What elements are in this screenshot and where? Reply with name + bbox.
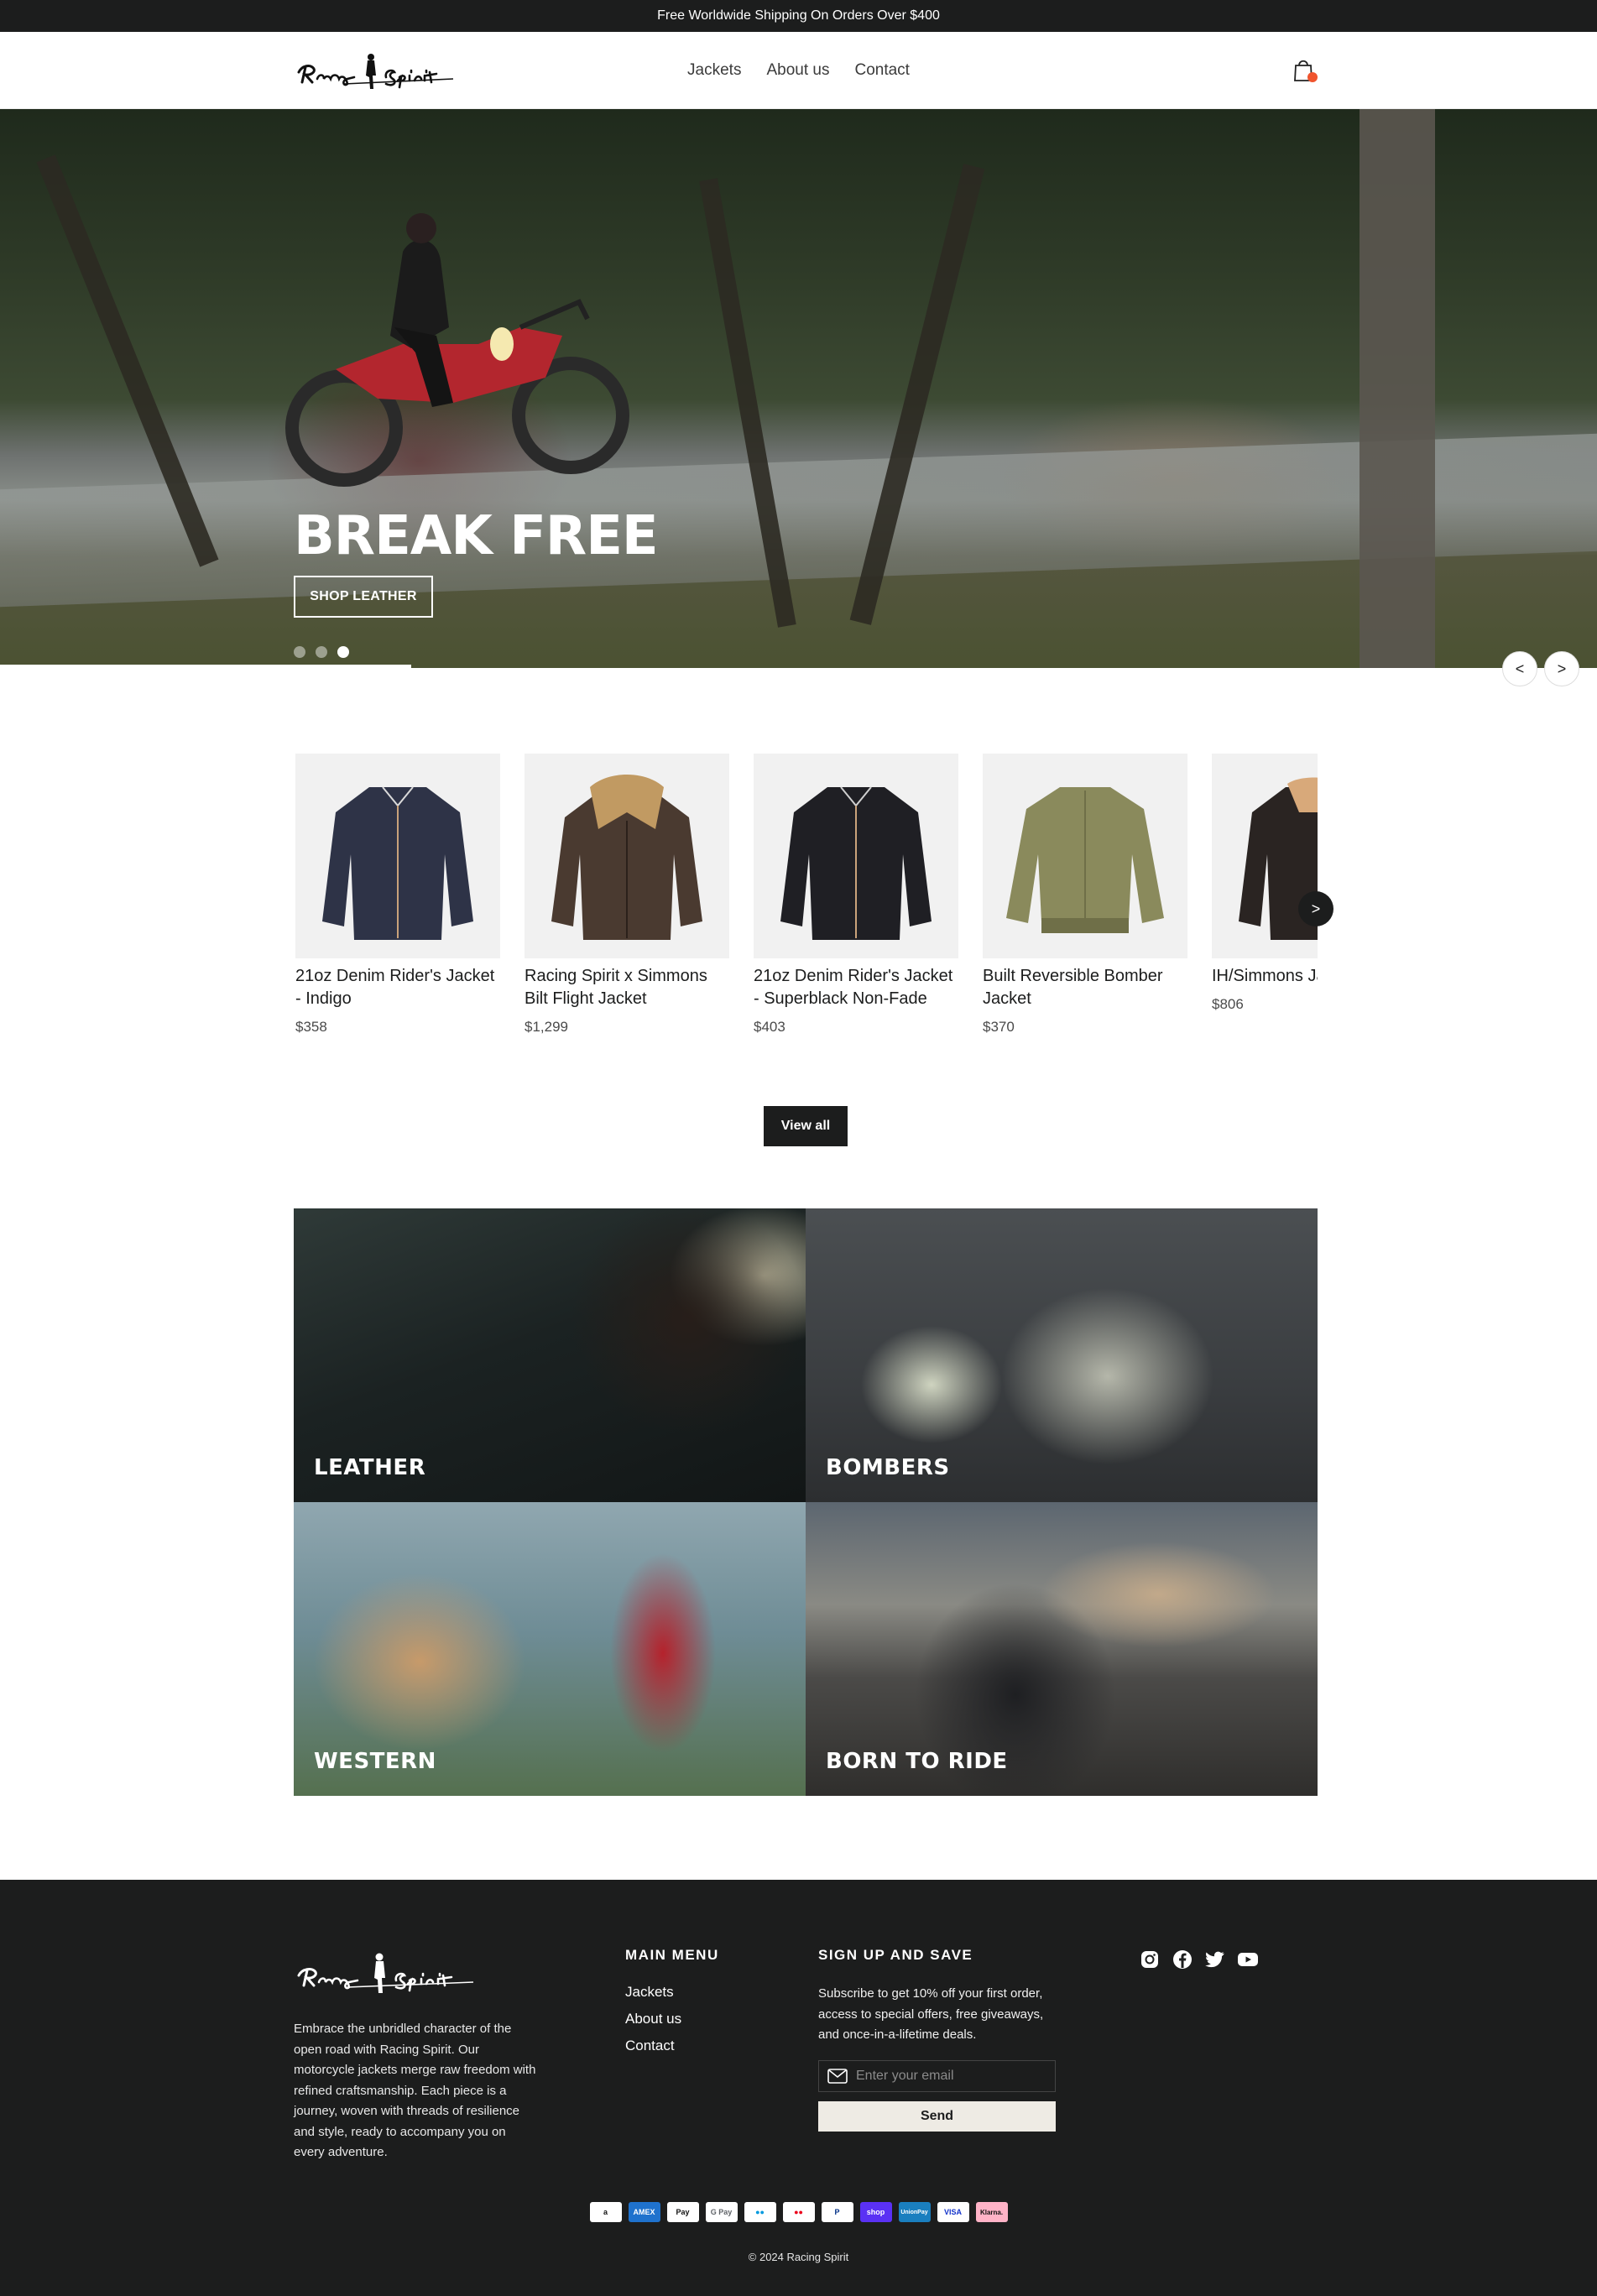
product-image[interactable] xyxy=(754,754,958,958)
social-links xyxy=(1139,1949,1259,1970)
nav-about-us[interactable]: About us xyxy=(766,61,829,80)
collection-label: LEATHER xyxy=(314,1455,426,1480)
email-input[interactable] xyxy=(856,2069,1041,2084)
slide-dot-3[interactable] xyxy=(337,646,349,658)
slide-dot-1[interactable] xyxy=(294,646,305,658)
product-name[interactable]: Built Reversible Bomber Jacket xyxy=(983,965,1187,1010)
footer-link-contact[interactable]: Contact xyxy=(625,2038,681,2054)
hero-prev-button[interactable]: < xyxy=(1502,651,1537,686)
facebook-icon[interactable] xyxy=(1172,1949,1193,1970)
jacket-image xyxy=(322,786,473,940)
shop-pay-icon: shop xyxy=(859,2202,892,2222)
product-card[interactable]: Built Reversible Bomber Jacket $370 xyxy=(983,754,1187,1036)
jacket-image xyxy=(1239,777,1318,940)
paypal-icon: P xyxy=(821,2202,853,2222)
product-carousel: 21oz Denim Rider's Jacket - Indigo $358 … xyxy=(295,754,1318,1072)
hero-slideshow: BREAK FREE SHOP LEATHER xyxy=(0,109,1597,668)
nav-contact[interactable]: Contact xyxy=(854,61,909,80)
hero-next-button[interactable]: > xyxy=(1544,651,1579,686)
product-name[interactable]: IH/Simmons Jacket xyxy=(1212,965,1318,988)
product-price: $370 xyxy=(983,1019,1015,1035)
collection-label: BORN TO RIDE xyxy=(826,1749,1008,1774)
envelope-icon xyxy=(827,2069,848,2084)
view-all-button[interactable]: View all xyxy=(764,1106,848,1146)
product-image[interactable] xyxy=(295,754,500,958)
product-price: $1,299 xyxy=(525,1019,568,1035)
shop-leather-button[interactable]: SHOP LEATHER xyxy=(294,576,433,618)
footer-signup-text: Subscribe to get 10% off your first orde… xyxy=(818,1986,1044,2042)
mastercard-icon: ●● xyxy=(782,2202,815,2222)
site-footer: Embrace the unbridled character of the o… xyxy=(0,1880,1597,2296)
slide-dot-2[interactable] xyxy=(316,646,327,658)
shopping-bag-icon[interactable] xyxy=(1292,57,1318,84)
footer-main-menu-heading: MAIN MENU xyxy=(625,1947,719,1963)
collection-label: BOMBERS xyxy=(826,1455,950,1480)
product-card[interactable]: 21oz Denim Rider's Jacket - Indigo $358 xyxy=(295,754,500,1036)
jacket-image xyxy=(1006,787,1164,933)
twitter-icon[interactable] xyxy=(1204,1949,1226,1970)
footer-link-about-us[interactable]: About us xyxy=(625,2011,681,2027)
instagram-icon[interactable] xyxy=(1139,1949,1161,1970)
product-price: $806 xyxy=(1212,996,1244,1012)
product-card[interactable]: IH/Simmons Jacket $806 xyxy=(1212,754,1318,1013)
carousel-next-button[interactable]: > xyxy=(1298,891,1333,926)
site-header: Jackets About us Contact xyxy=(0,32,1597,109)
product-name[interactable]: 21oz Denim Rider's Jacket - Superblack N… xyxy=(754,965,958,1010)
jacket-image xyxy=(780,786,932,940)
google-pay-icon: G Pay xyxy=(705,2202,738,2222)
collection-label: WESTERN xyxy=(314,1749,436,1774)
product-name[interactable]: Racing Spirit x Simmons Bilt Flight Jack… xyxy=(525,965,729,1010)
copyright-text: © 2024 Racing Spirit xyxy=(748,2251,849,2263)
main-nav: Jackets About us Contact xyxy=(0,32,1597,109)
slideshow-dots xyxy=(294,646,349,658)
klarna-icon: Klarna. xyxy=(975,2202,1008,2222)
nav-jackets[interactable]: Jackets xyxy=(687,61,741,80)
product-price: $358 xyxy=(295,1019,327,1035)
cart-badge xyxy=(1307,72,1318,82)
apple-pay-icon: Pay xyxy=(666,2202,699,2222)
collection-tile-western[interactable]: WESTERN xyxy=(294,1502,806,1796)
collection-tile-born-to-ride[interactable]: BORN TO RIDE xyxy=(806,1502,1318,1796)
amex-icon: AMEX xyxy=(628,2202,660,2222)
hero-tree-trunk xyxy=(1360,109,1435,668)
footer-about-text: Embrace the unbridled character of the o… xyxy=(294,2022,536,2159)
payment-methods: a AMEX Pay G Pay ●● ●● P shop UnionPay V… xyxy=(0,2202,1597,2222)
product-image[interactable] xyxy=(983,754,1187,958)
announcement-bar: Free Worldwide Shipping On Orders Over $… xyxy=(0,0,1597,32)
slide-progress-bar xyxy=(0,665,411,668)
amazon-pay-icon: a xyxy=(589,2202,622,2222)
footer-menu: Jackets About us Contact xyxy=(625,1984,681,2054)
hero-title: BREAK FREE xyxy=(294,505,659,567)
unionpay-icon: UnionPay xyxy=(898,2202,931,2222)
footer-racing-spirit-logo[interactable] xyxy=(294,1947,482,1999)
hero-road xyxy=(0,433,1597,608)
email-field-container xyxy=(818,2060,1056,2092)
announcement-text: Free Worldwide Shipping On Orders Over $… xyxy=(657,8,940,23)
footer-link-jackets[interactable]: Jackets xyxy=(625,1984,681,2001)
product-card[interactable]: 21oz Denim Rider's Jacket - Superblack N… xyxy=(754,754,958,1036)
youtube-icon[interactable] xyxy=(1237,1949,1259,1970)
footer-signup-heading: SIGN UP AND SAVE xyxy=(818,1947,973,1963)
product-image[interactable] xyxy=(525,754,729,958)
product-name[interactable]: 21oz Denim Rider's Jacket - Indigo xyxy=(295,965,500,1010)
product-image[interactable] xyxy=(1212,754,1318,958)
product-price: $403 xyxy=(754,1019,785,1035)
collection-tile-leather[interactable]: LEATHER xyxy=(294,1208,806,1502)
visa-icon: VISA xyxy=(937,2202,969,2222)
product-card[interactable]: Racing Spirit x Simmons Bilt Flight Jack… xyxy=(525,754,729,1036)
hero-motorcycle-rider-image xyxy=(285,213,629,487)
collection-tile-bombers[interactable]: BOMBERS xyxy=(806,1208,1318,1502)
send-button[interactable]: Send xyxy=(818,2101,1056,2132)
jacket-image xyxy=(551,775,702,940)
maestro-icon: ●● xyxy=(744,2202,776,2222)
